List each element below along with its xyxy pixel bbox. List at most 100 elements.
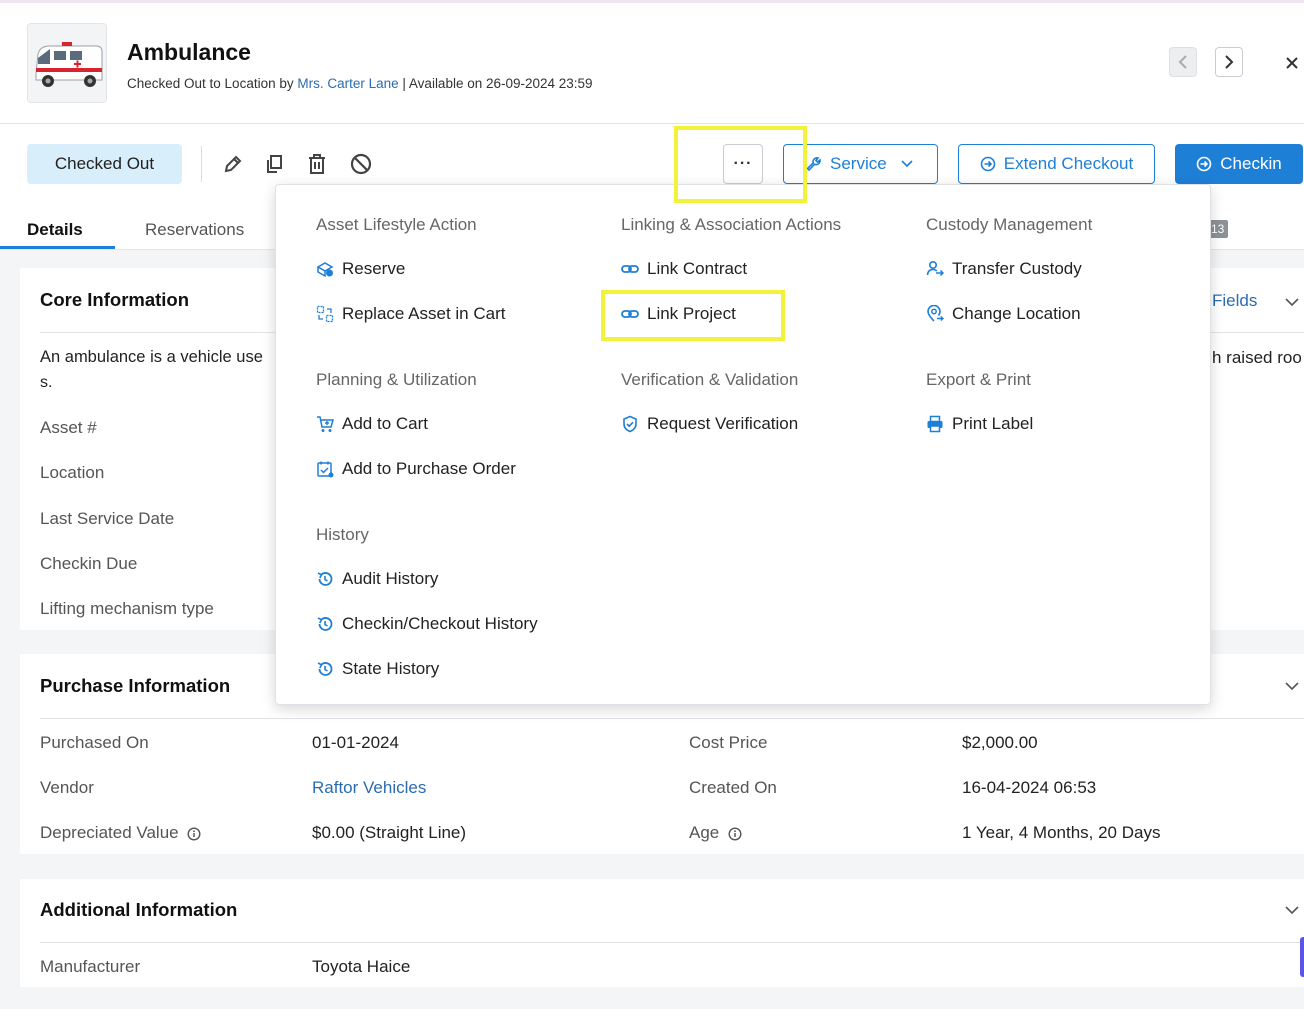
service-button[interactable]: Service: [783, 144, 938, 184]
previous-asset-button[interactable]: [1169, 47, 1197, 77]
depreciated-value: $0.00 (Straight Line): [312, 823, 467, 842]
vendor-label: Vendor: [40, 778, 94, 797]
asset-thumbnail: [27, 23, 107, 103]
menu-item-audit-history[interactable]: Audit History: [316, 569, 438, 589]
menu-item-add-to-purchase-order[interactable]: Add to Purchase Order: [316, 459, 516, 479]
chevron-down-icon[interactable]: [1284, 294, 1300, 310]
description-start: An ambulance is a vehicle use: [40, 348, 263, 366]
menu-item-change-location[interactable]: Change Location: [926, 304, 1081, 324]
side-feedback-tab[interactable]: [1300, 937, 1304, 977]
history-icon: [317, 572, 333, 586]
printer-icon: [927, 415, 943, 433]
close-button[interactable]: [1282, 53, 1302, 73]
location-label: Location: [40, 463, 105, 482]
manufacturer-value: Toyota Haice: [312, 957, 411, 976]
menu-item-state-history[interactable]: State History: [316, 659, 439, 679]
purchase-information-title: Purchase Information: [40, 675, 231, 696]
info-icon[interactable]: [728, 827, 742, 841]
depreciated-value-text: Depreciated Value: [40, 823, 179, 842]
cost-price-value: $2,000.00: [962, 733, 1038, 752]
asset-description: An ambulance is a vehicle use: [40, 348, 263, 367]
cost-price-label: Cost Price: [689, 733, 768, 752]
tab-reservations[interactable]: Reservations: [145, 220, 244, 240]
core-information-title: Core Information: [40, 289, 190, 310]
edit-button[interactable]: [221, 152, 245, 176]
chevron-left-icon: [1178, 55, 1187, 69]
tab-details[interactable]: Details: [27, 220, 83, 240]
copy-button[interactable]: [262, 152, 286, 176]
delete-button[interactable]: [305, 152, 329, 176]
asset-title: Ambulance: [127, 39, 251, 65]
purchased-on-value: 01-01-2024: [312, 733, 399, 752]
arrow-circle-right-icon: [1196, 156, 1212, 172]
chevron-down-icon[interactable]: [1284, 902, 1300, 918]
chevron-right-icon: [1225, 55, 1234, 69]
description-line-2: s.: [40, 374, 53, 391]
additional-information-card: [20, 879, 1304, 987]
menu-heading-history: History: [316, 525, 369, 544]
created-on-label: Created On: [689, 778, 777, 797]
pencil-icon: [224, 155, 242, 173]
retire-button[interactable]: [349, 152, 373, 176]
link-icon: [621, 265, 639, 273]
menu-item-label: Add to Purchase Order: [342, 459, 516, 478]
asset-status-line: Checked Out to Location by Mrs. Carter L…: [127, 76, 593, 91]
menu-item-label: Link Project: [647, 304, 736, 323]
age-value: 1 Year, 4 Months, 20 Days: [962, 823, 1161, 842]
trash-icon: [309, 154, 325, 174]
created-on-value: 16-04-2024 06:53: [962, 778, 1097, 797]
menu-heading-linking: Linking & Association Actions: [621, 215, 842, 234]
cart-icon: [317, 416, 334, 432]
menu-item-transfer-custody[interactable]: Transfer Custody: [926, 259, 1082, 279]
history-icon: [317, 662, 333, 676]
menu-item-label: Print Label: [952, 414, 1034, 433]
extend-checkout-label: Extend Checkout: [1003, 154, 1134, 173]
age-text: Age: [689, 823, 720, 842]
asset-header: Ambulance Checked Out to Location by Mrs…: [0, 3, 1304, 124]
link-icon: [621, 310, 639, 318]
menu-item-request-verification[interactable]: Request Verification: [621, 414, 798, 434]
menu-item-label: Add to Cart: [342, 414, 428, 433]
menu-item-reserve[interactable]: Reserve: [316, 259, 405, 279]
age-label: Age: [689, 823, 742, 843]
menu-heading-asset-lifecycle: Asset Lifestyle Action: [316, 215, 477, 234]
history-icon: [317, 617, 333, 631]
more-actions-button[interactable]: ···: [723, 144, 763, 184]
asset-number-label: Asset #: [40, 418, 97, 437]
more-actions-menu: Asset Lifestyle Action Reserve Replace A…: [275, 184, 1211, 705]
reserve-icon: [316, 262, 334, 278]
menu-item-label: Request Verification: [647, 414, 799, 433]
menu-item-link-contract[interactable]: Link Contract: [621, 259, 747, 279]
active-tab-indicator: [0, 246, 115, 249]
menu-heading-planning: Planning & Utilization: [316, 370, 477, 389]
last-service-date-label: Last Service Date: [40, 509, 175, 528]
additional-information-title: Additional Information: [40, 899, 238, 920]
menu-item-replace-asset-in-cart[interactable]: Replace Asset in Cart: [316, 304, 505, 324]
checked-out-by-link[interactable]: Mrs. Carter Lane: [297, 76, 398, 91]
fields-link[interactable]: Fields: [1212, 291, 1257, 311]
next-asset-button[interactable]: [1215, 47, 1243, 77]
card-divider: [40, 942, 1304, 943]
toolbar-divider: [201, 146, 202, 182]
menu-item-print-label[interactable]: Print Label: [926, 414, 1033, 434]
menu-item-label: Audit History: [342, 569, 439, 588]
chevron-down-icon: [901, 160, 913, 168]
wrench-icon: [806, 157, 821, 172]
menu-item-add-to-cart[interactable]: Add to Cart: [316, 414, 428, 434]
purchase-order-icon: [317, 461, 334, 478]
info-icon[interactable]: [187, 827, 201, 841]
service-label: Service: [830, 154, 887, 173]
checkin-button[interactable]: Checkin: [1175, 144, 1303, 184]
status-badge: Checked Out: [27, 144, 182, 184]
menu-item-link-project[interactable]: Link Project: [621, 304, 736, 324]
lifting-mechanism-label: Lifting mechanism type: [40, 599, 214, 618]
purchased-on-label: Purchased On: [40, 733, 149, 752]
menu-item-label: Change Location: [952, 304, 1081, 323]
manufacturer-label: Manufacturer: [40, 957, 141, 976]
checkin-due-label: Checkin Due: [40, 554, 138, 573]
vendor-link[interactable]: Raftor Vehicles: [312, 778, 426, 798]
menu-item-checkin-checkout-history[interactable]: Checkin/Checkout History: [316, 614, 538, 634]
extend-checkout-button[interactable]: Extend Checkout: [958, 144, 1155, 184]
menu-item-label: State History: [342, 659, 440, 678]
chevron-down-icon[interactable]: [1284, 678, 1300, 694]
